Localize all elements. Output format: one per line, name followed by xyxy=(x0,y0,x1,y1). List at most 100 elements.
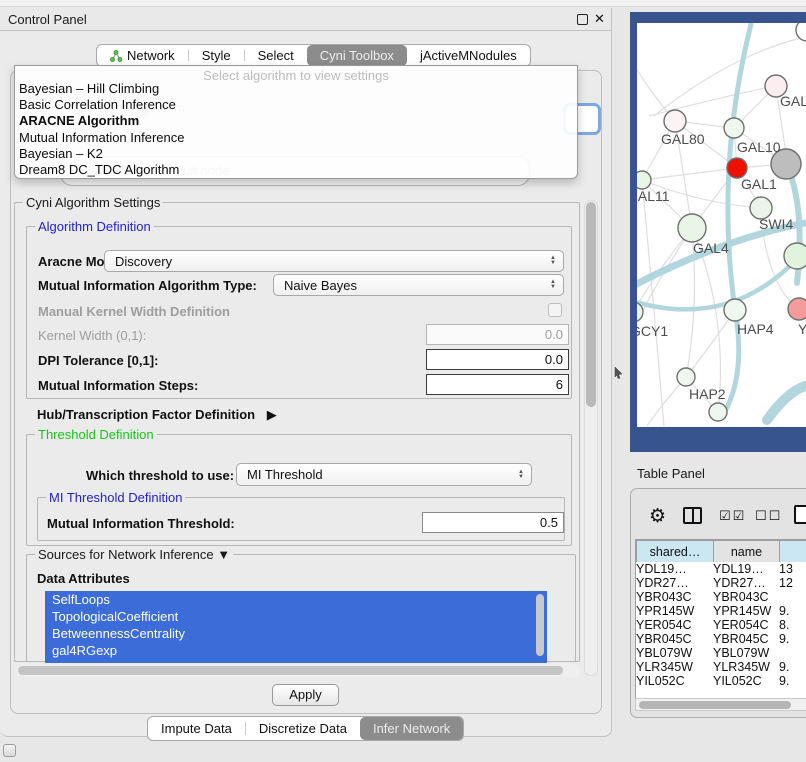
column-header-name[interactable]: name xyxy=(714,541,780,563)
column-header-shared[interactable]: shared… xyxy=(637,541,714,563)
page-icon[interactable] xyxy=(794,505,806,524)
aracne-mode-value: Discovery xyxy=(115,254,172,269)
mi-threshold-field[interactable]: 0.5 xyxy=(422,512,564,533)
kernel-width-field[interactable]: 0.0 xyxy=(426,324,569,345)
mi-threshold-group: MI Threshold Definition Mutual Informati… xyxy=(37,497,565,541)
hub-definition-label: Hub/Transcription Factor Definition xyxy=(37,407,255,422)
control-panel-tabbar: Network Style Select Cyni Toolbox jActiv… xyxy=(96,44,531,67)
algorithm-definition-title: Algorithm Definition xyxy=(35,219,154,234)
node-right-green[interactable] xyxy=(784,243,806,269)
attr-item-selfloops[interactable]: SelfLoops xyxy=(45,591,547,608)
tab-discretize-data[interactable]: Discretize Data xyxy=(246,717,360,740)
desktop-top-strip xyxy=(0,0,806,7)
sources-title-text: Sources for Network Inference xyxy=(38,547,214,562)
algo-item-mutual-information[interactable]: Mutual Information Inference xyxy=(15,130,577,146)
table-row[interactable]: YBL079WYBL079W xyxy=(636,646,806,660)
node-label: HAP2 xyxy=(689,386,726,402)
mi-type-combobox[interactable]: Naive Bayes ▲▼ xyxy=(273,274,564,296)
algorithm-definition-group: Algorithm Definition Aracne Mode: Discov… xyxy=(26,226,572,399)
list-scrollbar-thumb[interactable] xyxy=(536,594,544,656)
attr-item-gal4rgexp[interactable]: gal4RGexp xyxy=(45,642,547,659)
table-horizontal-scrollbar-thumb[interactable] xyxy=(639,701,791,709)
manual-kernel-label: Manual Kernel Width Definition xyxy=(38,304,230,319)
network-canvas[interactable]: GAL GAL80 GAL10 GAL1 GAL11 SWI4 GAL4 GCY… xyxy=(637,23,806,427)
table-row[interactable]: YIL052CYIL052C9. xyxy=(636,674,806,688)
dpi-tolerance-field[interactable]: 0.0 xyxy=(426,349,569,370)
tab-network-label: Network xyxy=(127,48,175,63)
node-label: GAL4 xyxy=(693,240,729,256)
threshold-definition-title: Threshold Definition xyxy=(35,427,157,442)
spinner-arrows-icon: ▲▼ xyxy=(550,275,556,295)
control-panel-window: Control Panel ✕ Network Style Select Cyn… xyxy=(0,8,612,737)
hub-definition-expander[interactable]: Hub/Transcription Factor Definition ▶ xyxy=(37,407,277,423)
manual-kernel-checkbox[interactable] xyxy=(548,303,562,317)
algo-item-basic-correlation[interactable]: Basic Correlation Inference xyxy=(15,97,577,113)
table-row[interactable]: YBR043CYBR043C xyxy=(636,590,806,604)
node-salmon[interactable] xyxy=(788,298,806,320)
sources-group-title[interactable]: Sources for Network Inference ▼ xyxy=(35,547,233,562)
apply-button[interactable]: Apply xyxy=(272,684,339,706)
algo-item-dream8[interactable]: Dream8 DC_TDC Algorithm xyxy=(15,162,577,178)
algo-item-bayesian-k2[interactable]: Bayesian – K2 xyxy=(15,146,577,162)
node-label: GAL1 xyxy=(741,176,777,192)
network-graph: GAL GAL80 GAL10 GAL1 GAL11 SWI4 GAL4 GCY… xyxy=(637,23,806,427)
node-table-rows[interactable]: YDL19…YDL19…13 YDR27…YDR27…12 YBR043CYBR… xyxy=(635,562,806,698)
node-gal4[interactable] xyxy=(678,214,706,242)
unchecked-boxes-icon[interactable]: ☐☐ xyxy=(755,508,782,524)
node-hap2[interactable] xyxy=(677,368,695,386)
node-table-header: shared… name A xyxy=(635,539,806,563)
attr-item-betweenness[interactable]: BetweennessCentrality xyxy=(45,625,547,642)
node-gal10[interactable] xyxy=(724,118,744,138)
node-gal11[interactable] xyxy=(637,171,651,189)
panel-corner-icon[interactable] xyxy=(3,744,16,757)
table-row[interactable]: YBR045CYBR045C9. xyxy=(636,632,806,646)
control-panel-titlebar xyxy=(0,8,611,31)
close-icon[interactable]: ✕ xyxy=(594,11,605,27)
tab-impute-data[interactable]: Impute Data xyxy=(148,717,245,740)
column-header-third[interactable]: A xyxy=(780,541,806,563)
which-threshold-combobox[interactable]: MI Threshold ▲▼ xyxy=(236,463,532,486)
tab-cyni-toolbox[interactable]: Cyni Toolbox xyxy=(307,45,407,66)
expander-right-icon: ▶ xyxy=(267,407,277,422)
node-hap4[interactable] xyxy=(724,299,746,321)
table-row[interactable]: YDL19…YDL19…13 xyxy=(636,562,806,576)
tab-jactivemnodules[interactable]: jActiveMNodules xyxy=(407,45,530,66)
node-label: GAL80 xyxy=(661,131,705,147)
node-label: SWI4 xyxy=(759,216,793,232)
table-row[interactable]: YER054CYER054C8. xyxy=(636,618,806,632)
tab-select[interactable]: Select xyxy=(245,45,307,66)
node-label: GAL xyxy=(780,93,806,109)
float-window-icon[interactable] xyxy=(577,14,588,25)
columns-icon[interactable] xyxy=(683,507,702,524)
kernel-width-label: Kernel Width (0,1): xyxy=(38,328,146,343)
node-bottom[interactable] xyxy=(709,403,727,421)
attr-item-topological[interactable]: TopologicalCoefficient xyxy=(45,608,547,625)
node-label: Y xyxy=(798,321,806,337)
tab-style[interactable]: Style xyxy=(189,45,244,66)
algo-item-bayesian-hill[interactable]: Bayesian – Hill Climbing xyxy=(15,81,577,97)
node-gal1[interactable] xyxy=(727,158,747,178)
table-horizontal-scrollbar[interactable] xyxy=(635,698,806,711)
algo-item-aracne[interactable]: ARACNE Algorithm xyxy=(15,113,577,129)
control-panel-title: Control Panel xyxy=(8,12,87,27)
table-row[interactable]: YDR27…YDR27…12 xyxy=(636,576,806,590)
data-attributes-list[interactable]: SelfLoops TopologicalCoefficient Between… xyxy=(45,591,547,663)
tab-network[interactable]: Network xyxy=(97,45,188,66)
table-row[interactable]: YPR145WYPR145W9. xyxy=(636,604,806,618)
gear-icon[interactable]: ⚙ xyxy=(649,505,666,528)
node-gal80[interactable] xyxy=(664,110,686,132)
settings-horizontal-scrollbar-thumb[interactable] xyxy=(18,666,563,675)
mi-type-value: Naive Bayes xyxy=(284,278,357,293)
tab-infer-network[interactable]: Infer Network xyxy=(360,717,463,740)
spinner-arrows-icon: ▲▼ xyxy=(518,464,524,485)
settings-vertical-scrollbar-thumb[interactable] xyxy=(586,202,596,407)
table-row[interactable]: YLR345WYLR345W9. xyxy=(636,660,806,674)
mi-threshold-label: Mutual Information Threshold: xyxy=(47,516,235,531)
which-threshold-value: MI Threshold xyxy=(247,467,323,482)
aracne-mode-combobox[interactable]: Discovery ▲▼ xyxy=(104,250,564,272)
checked-boxes-icon[interactable]: ☑☑ xyxy=(719,508,746,524)
algorithm-placeholder: Select algorithm to view settings xyxy=(15,66,577,81)
mi-steps-field[interactable]: 6 xyxy=(426,374,569,395)
mouse-cursor xyxy=(614,367,624,379)
node-label: HAP4 xyxy=(737,321,774,337)
